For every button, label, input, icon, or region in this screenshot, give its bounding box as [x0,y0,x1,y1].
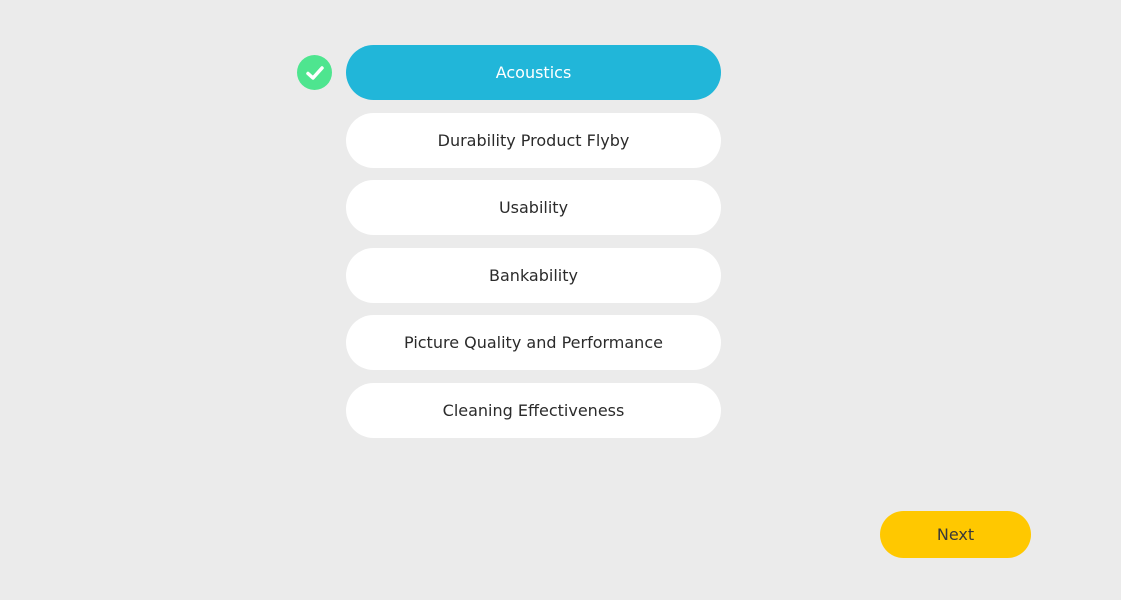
option-label: Cleaning Effectiveness [442,400,625,420]
option-usability[interactable]: Usability [346,180,721,235]
option-label: Usability [498,198,569,217]
option-label: Acoustics [495,63,572,82]
option-cleaning-effectiveness[interactable]: Cleaning Effectiveness [346,382,721,438]
option-durability-product-flyby[interactable]: Durability Product Flyby [346,112,721,168]
next-button[interactable]: Next [880,511,1031,558]
next-button-label: Next [936,525,975,544]
option-label: Durability Product Flyby [437,130,630,150]
option-label: Bankability [489,265,578,285]
option-label: Picture Quality and Performance [404,333,663,352]
checkmark-circle-icon [297,55,332,90]
option-list: Acoustics Durability Product Flyby Usabi… [297,45,721,450]
option-bankability[interactable]: Bankability [346,247,721,303]
option-picture-quality-and-performance[interactable]: Picture Quality and Performance [346,315,721,370]
option-acoustics[interactable]: Acoustics [297,45,721,100]
